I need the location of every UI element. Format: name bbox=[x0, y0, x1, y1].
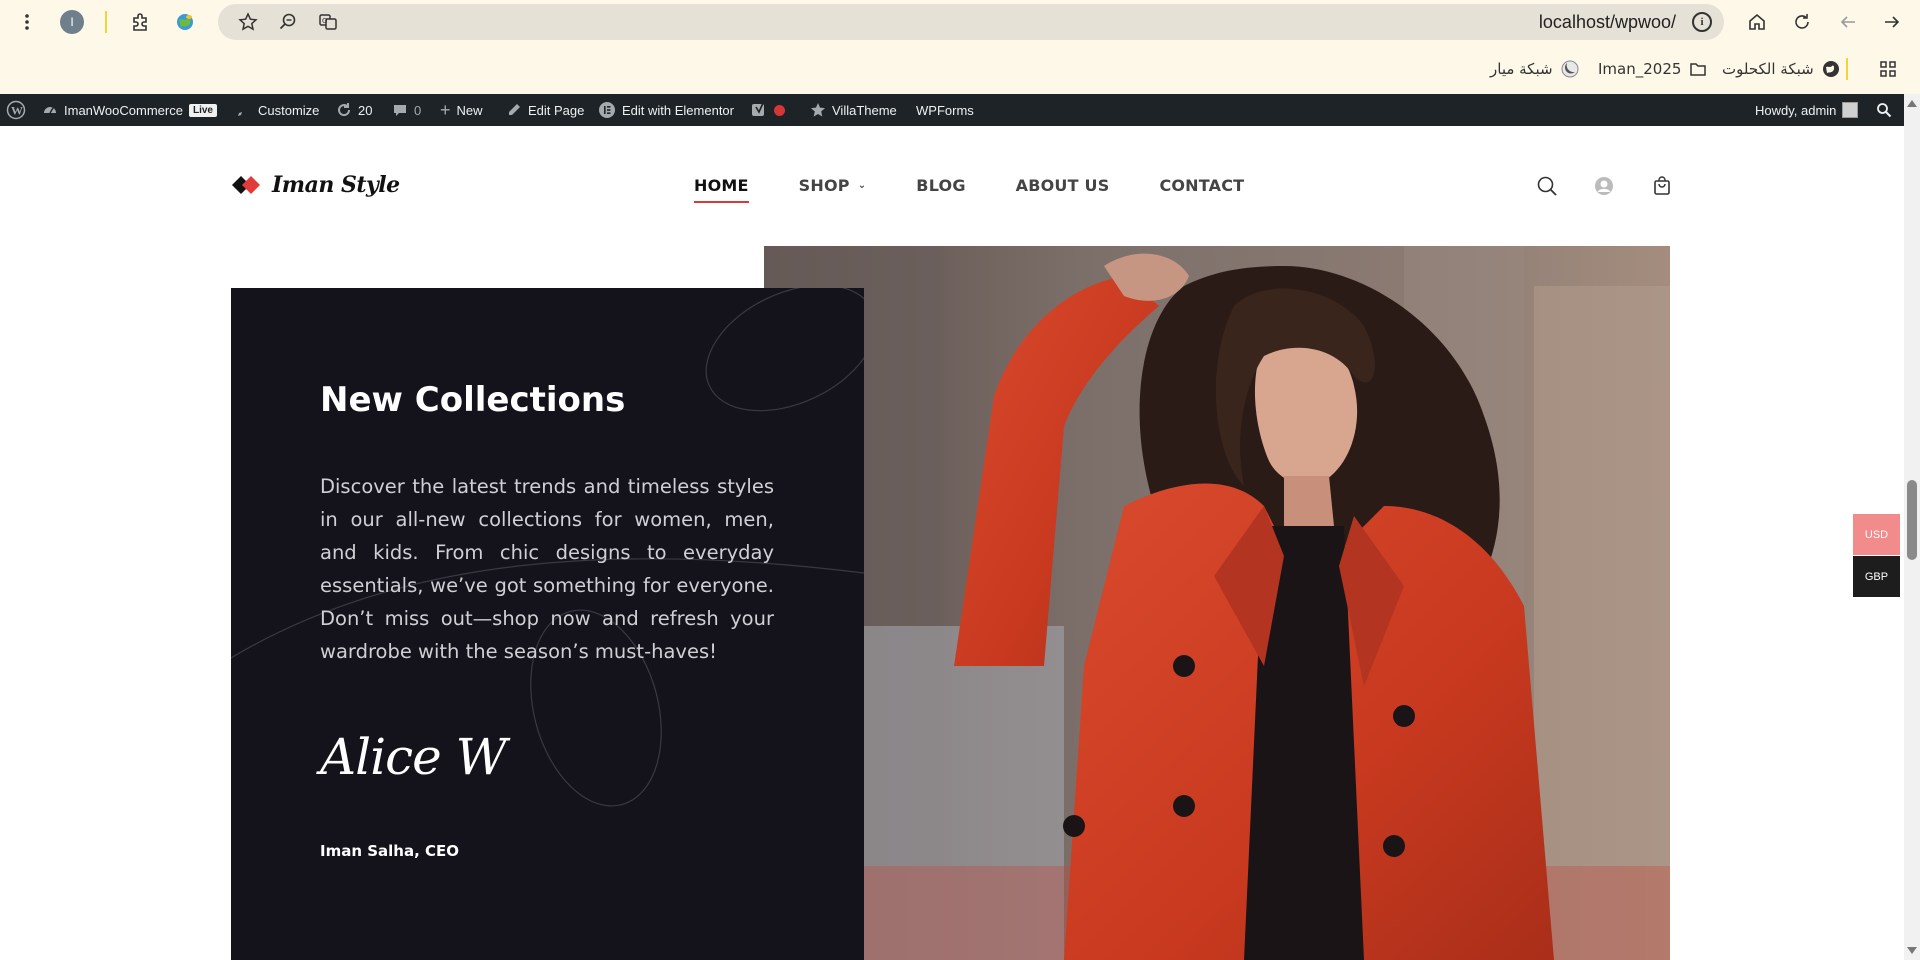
logo-text: Iman Style bbox=[272, 172, 400, 198]
bookmarks-bar: شبكة الكحلوت Iman_2025 شبكة ميار bbox=[0, 44, 1920, 94]
comments-count: 0 bbox=[414, 102, 422, 118]
customize-link[interactable]: Customize bbox=[236, 94, 319, 126]
scroll-up-arrow[interactable] bbox=[1907, 100, 1917, 107]
bookmark-kahlout[interactable]: شبكة الكحلوت bbox=[1722, 57, 1840, 81]
signature: Alice W bbox=[320, 728, 507, 786]
logo-diamond-icon bbox=[232, 176, 260, 194]
new-label: New bbox=[456, 102, 483, 118]
forward-icon[interactable] bbox=[1878, 8, 1906, 36]
wpforms-link[interactable]: WPForms bbox=[916, 94, 974, 126]
home-icon[interactable] bbox=[1743, 8, 1771, 36]
menu-dots-icon[interactable] bbox=[13, 8, 41, 36]
star-icon bbox=[810, 102, 826, 118]
bookmark-iman-2025[interactable]: Iman_2025 bbox=[1598, 57, 1707, 81]
brush-icon bbox=[236, 102, 252, 118]
plus-icon: + bbox=[440, 99, 451, 120]
wp-admin-bar: W ImanWooCommerce Live Customize 20 0 + … bbox=[0, 94, 1904, 126]
nav-contact-label: CONTACT bbox=[1159, 176, 1245, 195]
svg-text:W: W bbox=[11, 104, 23, 118]
star-icon[interactable] bbox=[234, 8, 262, 36]
bookmark-mayar[interactable]: شبكة ميار bbox=[1490, 57, 1579, 81]
browser-toolbar: I G localhost/wpwoo/ i bbox=[0, 0, 1920, 44]
cart-icon[interactable] bbox=[1650, 174, 1674, 198]
nav-about-us-label: ABOUT US bbox=[1015, 176, 1110, 195]
live-badge: Live bbox=[188, 103, 217, 117]
hero-description: Discover the latest trends and timeless … bbox=[320, 475, 774, 663]
info-icon[interactable]: i bbox=[1692, 12, 1712, 32]
header-search-icon[interactable] bbox=[1535, 174, 1559, 198]
edit-elementor-label: Edit with Elementor bbox=[622, 102, 734, 118]
site-logo[interactable]: Iman Style bbox=[230, 172, 400, 198]
nav-blog[interactable]: BLOG bbox=[916, 176, 965, 195]
scroll-thumb[interactable] bbox=[1907, 480, 1917, 560]
folder-icon bbox=[1689, 60, 1707, 78]
site-name-link[interactable]: ImanWooCommerce Live bbox=[42, 94, 217, 126]
updates-icon bbox=[336, 102, 352, 118]
dashboard-icon bbox=[42, 102, 58, 118]
edit-elementor-link[interactable]: Edit with Elementor bbox=[598, 94, 734, 126]
apps-grid-icon[interactable] bbox=[1874, 55, 1902, 83]
pencil-icon bbox=[506, 102, 522, 118]
avatar bbox=[1842, 102, 1859, 118]
bookmarks-divider bbox=[1846, 58, 1848, 80]
search-icon[interactable] bbox=[1876, 94, 1892, 126]
scroll-down-arrow[interactable] bbox=[1907, 947, 1917, 954]
wpforms-label: WPForms bbox=[916, 102, 974, 118]
nav-home[interactable]: HOME bbox=[694, 176, 749, 203]
new-content-link[interactable]: + New bbox=[440, 94, 483, 126]
profile-avatar[interactable]: I bbox=[60, 10, 84, 34]
page-scrollbar[interactable] bbox=[1904, 94, 1920, 960]
customize-label: Customize bbox=[258, 102, 320, 118]
reload-icon[interactable] bbox=[1788, 8, 1816, 36]
nav-blog-label: BLOG bbox=[916, 176, 966, 195]
villatheme-label: VillaTheme bbox=[832, 102, 897, 118]
updates-link[interactable]: 20 bbox=[336, 94, 372, 126]
main-nav: HOME SHOP ⌄ BLOG ABOUT US CONTACT bbox=[694, 176, 1244, 203]
my-account-link[interactable]: Howdy, admin bbox=[1755, 94, 1859, 126]
bookmark-label: شبكة ميار bbox=[1490, 60, 1553, 78]
address-bar[interactable]: G localhost/wpwoo/ i bbox=[218, 4, 1724, 40]
toolbar-divider bbox=[105, 11, 107, 33]
nav-home-label: HOME bbox=[694, 176, 749, 195]
nav-about-us[interactable]: ABOUT US bbox=[1016, 176, 1110, 195]
site-header: Iman Style HOME SHOP ⌄ BLOG ABOUT US CONT… bbox=[0, 126, 1904, 246]
zoom-icon[interactable] bbox=[274, 8, 302, 36]
url-text[interactable]: localhost/wpwoo/ bbox=[1539, 12, 1676, 33]
svg-text:G: G bbox=[322, 17, 327, 25]
extensions-icon[interactable] bbox=[126, 8, 154, 36]
elementor-icon bbox=[598, 101, 616, 119]
comment-icon bbox=[392, 102, 408, 118]
chevron-down-icon: ⌄ bbox=[857, 180, 867, 191]
nav-shop[interactable]: SHOP ⌄ bbox=[799, 176, 867, 195]
edit-page-label: Edit Page bbox=[528, 102, 585, 118]
currency-usd-button[interactable]: USD bbox=[1853, 514, 1900, 555]
comments-link[interactable]: 0 bbox=[392, 94, 421, 126]
globe-extension-icon[interactable] bbox=[171, 8, 199, 36]
howdy-label: Howdy, admin bbox=[1755, 102, 1837, 118]
currency-gbp-button[interactable]: GBP bbox=[1853, 556, 1900, 597]
translate-icon[interactable]: G bbox=[314, 8, 342, 36]
yoast-icon bbox=[750, 101, 768, 119]
bookmark-label: شبكة الكحلوت bbox=[1722, 60, 1814, 78]
hero-title: New Collections bbox=[320, 380, 626, 420]
globe-icon bbox=[1822, 60, 1840, 78]
back-icon[interactable] bbox=[1834, 8, 1862, 36]
bookmark-label: Iman_2025 bbox=[1598, 60, 1682, 78]
nav-shop-label: SHOP bbox=[798, 176, 850, 195]
author-role: Iman Salha, CEO bbox=[320, 842, 460, 860]
seo-status-dot bbox=[774, 104, 785, 116]
moon-icon bbox=[1561, 60, 1579, 78]
updates-count: 20 bbox=[358, 102, 373, 118]
account-icon[interactable] bbox=[1592, 174, 1616, 198]
villatheme-link[interactable]: VillaTheme bbox=[810, 94, 897, 126]
site-name: ImanWooCommerce bbox=[64, 102, 183, 118]
nav-contact[interactable]: CONTACT bbox=[1159, 176, 1244, 195]
hero-content-panel: New Collections Discover the latest tren… bbox=[231, 288, 864, 960]
wp-logo-icon[interactable]: W bbox=[6, 94, 26, 126]
yoast-seo-link[interactable] bbox=[750, 94, 785, 126]
hero-image bbox=[764, 246, 1670, 960]
edit-page-link[interactable]: Edit Page bbox=[506, 94, 584, 126]
